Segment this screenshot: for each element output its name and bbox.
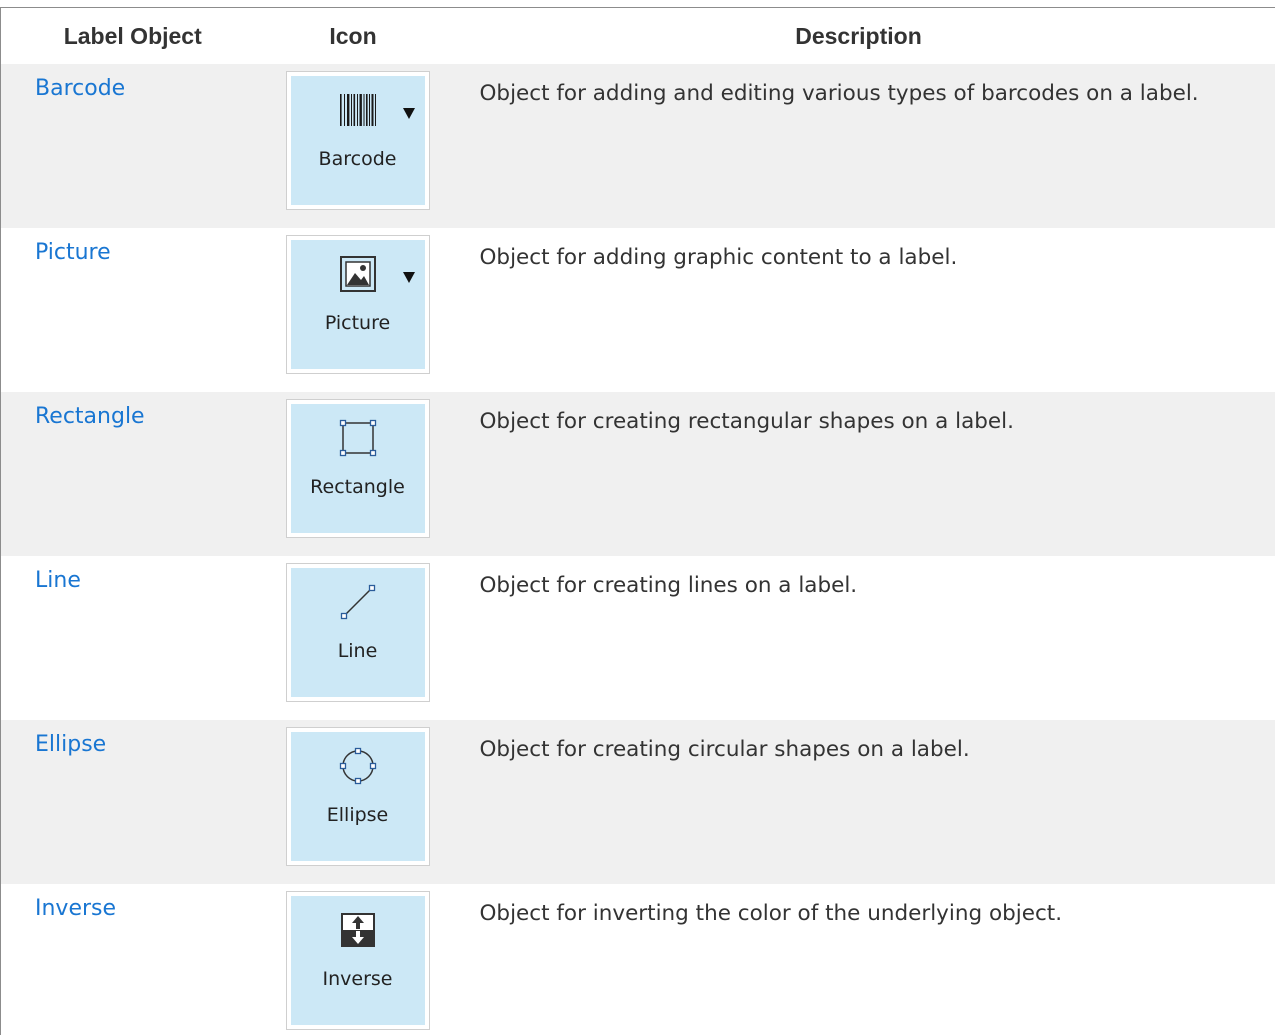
rectangle-icon	[339, 419, 376, 457]
ellipse-button[interactable]: Ellipse	[290, 732, 425, 861]
ellipse-icon	[339, 747, 376, 785]
icon-cell: Ellipse	[264, 720, 442, 884]
table-header-row: Label Object Icon Description	[0, 7, 1275, 64]
header-label-object: Label Object	[0, 7, 265, 64]
description-cell: Object for creating rectangular shapes o…	[441, 392, 1275, 556]
description-cell: Object for inverting the color of the un…	[441, 884, 1275, 1035]
line-icon	[340, 584, 375, 620]
table-row: Picture Picture Object for adding graphi…	[0, 228, 1275, 392]
picture-link[interactable]: Picture	[35, 240, 111, 265]
inverse-link[interactable]: Inverse	[35, 896, 116, 921]
ellipse-link[interactable]: Ellipse	[35, 732, 106, 757]
ribbon-icon-frame: Ellipse	[285, 727, 430, 866]
ribbon-icon-frame: Line	[285, 563, 430, 702]
icon-cell: Picture	[264, 228, 442, 392]
description-cell: Object for creating circular shapes on a…	[441, 720, 1275, 884]
icon-label: Ellipse	[326, 804, 389, 826]
table-row: Rectangle Rectangle Object for creating …	[0, 392, 1275, 556]
icon-label: Picture	[324, 312, 391, 334]
picture-button[interactable]: Picture	[290, 240, 425, 369]
ribbon-icon-frame: Barcode	[285, 71, 430, 210]
header-icon: Icon	[264, 7, 442, 64]
barcode-link[interactable]: Barcode	[35, 76, 125, 101]
label-object-cell: Line	[0, 556, 265, 720]
header-description: Description	[441, 7, 1275, 64]
rectangle-link[interactable]: Rectangle	[35, 404, 145, 429]
line-link[interactable]: Line	[35, 568, 81, 593]
ribbon-icon-frame: Rectangle	[285, 399, 430, 538]
icon-cell: Barcode	[264, 64, 442, 228]
table-row: Line Line Object for creating lines on a…	[0, 556, 1275, 720]
icon-cell: Inverse	[264, 884, 442, 1035]
table-row: Ellipse Ellipse Object for creating circ…	[0, 720, 1275, 884]
label-object-cell: Picture	[0, 228, 265, 392]
inverse-icon	[340, 913, 375, 947]
icon-label: Barcode	[318, 148, 397, 170]
rectangle-button[interactable]: Rectangle	[290, 404, 425, 533]
label-object-cell: Ellipse	[0, 720, 265, 884]
icon-cell: Line	[264, 556, 442, 720]
icon-cell: Rectangle	[264, 392, 442, 556]
barcode-button[interactable]: Barcode	[290, 76, 425, 205]
ribbon-icon-frame: Picture	[285, 235, 430, 374]
barcode-icon	[339, 94, 376, 126]
ribbon-icon-frame: Inverse	[285, 891, 430, 1030]
dropdown-arrow-icon[interactable]	[402, 272, 415, 283]
description-cell: Object for adding and editing various ty…	[441, 64, 1275, 228]
inverse-button[interactable]: Inverse	[290, 896, 425, 1025]
icon-label: Inverse	[322, 968, 393, 990]
dropdown-arrow-icon[interactable]	[402, 108, 415, 119]
description-cell: Object for creating lines on a label.	[441, 556, 1275, 720]
description-cell: Object for adding graphic content to a l…	[441, 228, 1275, 392]
picture-icon	[339, 256, 376, 292]
page: Label Object Icon Description Barcode Ba…	[0, 0, 1275, 1035]
line-button[interactable]: Line	[290, 568, 425, 697]
icon-label: Line	[337, 640, 378, 662]
table-row: Barcode Barcode Object for adding and ed…	[0, 64, 1275, 228]
label-objects-table: Label Object Icon Description Barcode Ba…	[0, 7, 1275, 1035]
table-row: Inverse Inverse Object for inverting the…	[0, 884, 1275, 1035]
icon-label: Rectangle	[310, 476, 405, 498]
label-object-cell: Barcode	[0, 64, 265, 228]
label-object-cell: Rectangle	[0, 392, 265, 556]
label-object-cell: Inverse	[0, 884, 265, 1035]
